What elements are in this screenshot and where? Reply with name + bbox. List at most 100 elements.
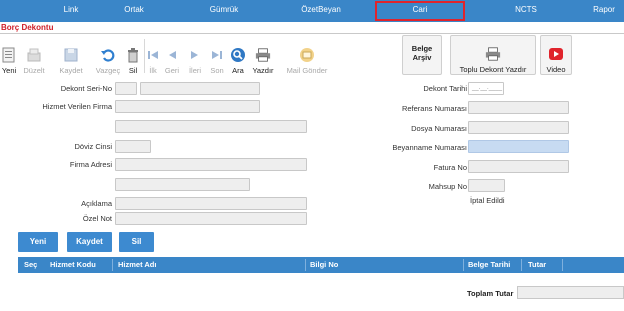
geri-button[interactable]: Geri: [161, 35, 183, 75]
column-header-sec[interactable]: Seç: [24, 257, 37, 273]
button-label-line1: Belge: [411, 44, 433, 53]
mahsup-no-input[interactable]: [468, 179, 505, 192]
yeni-action-button[interactable]: Yeni: [18, 232, 58, 252]
duzelt-button[interactable]: Düzelt: [21, 35, 47, 75]
column-divider: [463, 259, 464, 271]
nav-tab-label: Ortak: [124, 5, 144, 14]
dosya-numarasi-label: Dosya Numarası: [411, 124, 467, 133]
column-divider: [305, 259, 306, 271]
dekont-no-input[interactable]: [140, 82, 260, 95]
printer-icon: [255, 47, 271, 63]
top-nav: Link Ortak Gümrük ÖzetBeyan Cari NCTS Ra…: [0, 0, 624, 22]
nav-tab-ncts[interactable]: NCTS: [496, 0, 556, 22]
referans-numarasi-input[interactable]: [468, 101, 569, 114]
video-button[interactable]: Video: [540, 35, 572, 75]
ara-button[interactable]: Ara: [229, 35, 247, 75]
grid-header: Seç Hizmet Kodu Hizmet Adı Bilgi No Belg…: [18, 257, 624, 273]
belge-arsiv-button[interactable]: Belge Arşiv: [402, 35, 442, 75]
button-label: Düzelt: [23, 66, 45, 75]
toolbar: Yeni Düzelt Kaydet Vazgeç Sil İlk Geri İ…: [0, 35, 624, 79]
toplu-dekont-yazdir-button[interactable]: Toplu Dekont Yazdır: [450, 35, 536, 75]
button-label-line2: Arşiv: [412, 53, 432, 62]
dekont-seri-input[interactable]: [115, 82, 137, 95]
firma-adresi-label: Firma Adresi: [69, 160, 112, 169]
dosya-numarasi-input[interactable]: [468, 121, 569, 134]
fatura-no-input[interactable]: [468, 160, 569, 173]
column-divider: [562, 259, 563, 271]
column-header-hizmet-kodu[interactable]: Hizmet Kodu: [50, 257, 96, 273]
button-label: Kaydet: [59, 66, 83, 75]
referans-numarasi-label: Referans Numarası: [401, 104, 467, 113]
column-header-tutar[interactable]: Tutar: [528, 257, 546, 273]
nav-tab-ortak[interactable]: Ortak: [104, 0, 164, 22]
aciklama-input[interactable]: [115, 197, 307, 210]
button-label: İlk: [149, 66, 157, 75]
edit-icon: [26, 47, 42, 63]
nav-tab-label: Cari: [412, 5, 428, 14]
previous-record-icon: [164, 47, 180, 63]
column-header-belge-tarihi[interactable]: Belge Tarihi: [468, 257, 510, 273]
son-button[interactable]: Son: [207, 35, 227, 75]
page-title: Borç Dekontu: [1, 23, 54, 32]
toplam-tutar-label: Toplam Tutar: [467, 289, 514, 298]
hizmet-veren-firma-label: Hizmet Verilen Firma: [42, 102, 112, 111]
ozel-not-label: Özel Not: [82, 214, 112, 223]
ozel-not-input[interactable]: [115, 212, 307, 225]
printer-icon: [485, 46, 501, 62]
button-label: İleri: [188, 66, 202, 75]
sil-action-button[interactable]: Sil: [119, 232, 154, 252]
nav-tab-ozetbeyan[interactable]: ÖzetBeyan: [286, 0, 356, 22]
sil-button[interactable]: Sil: [124, 35, 142, 75]
button-label: Video: [546, 65, 566, 74]
button-label: Son: [210, 66, 224, 75]
mail-icon: [299, 47, 315, 63]
firma-adresi-line1-input[interactable]: [115, 158, 307, 171]
button-label: Yeni: [1, 66, 17, 75]
save-icon: [63, 47, 79, 63]
iptal-edildi-status: İptal Edildi: [470, 196, 505, 205]
aciklama-label: Açıklama: [81, 199, 112, 208]
nav-tab-rapor[interactable]: Rapor: [584, 0, 624, 22]
mahsup-no-label: Mahsup No: [428, 182, 467, 191]
hizmet-veren-firma-code-input[interactable]: [115, 100, 260, 113]
doviz-cinsi-input[interactable]: [115, 140, 151, 153]
ileri-button[interactable]: İleri: [184, 35, 206, 75]
column-header-hizmet-adi[interactable]: Hizmet Adı: [118, 257, 156, 273]
nav-tab-gumruk[interactable]: Gümrük: [194, 0, 254, 22]
nav-tab-label: NCTS: [515, 5, 537, 14]
button-label: Geri: [164, 66, 180, 75]
vazgec-button[interactable]: Vazgeç: [93, 35, 123, 75]
new-document-icon: [1, 47, 17, 63]
beyanname-numarasi-input[interactable]: [468, 140, 569, 153]
nav-tab-cari[interactable]: Cari: [374, 0, 466, 22]
trash-icon: [125, 47, 141, 63]
yazdir-button[interactable]: Yazdır: [250, 35, 276, 75]
video-play-icon: [548, 46, 564, 62]
nav-tab-label: Gümrük: [209, 5, 239, 14]
dekont-tarihi-label: Dekont Tarihi: [423, 84, 467, 93]
hizmet-veren-firma-name-input[interactable]: [115, 120, 307, 133]
kaydet-button[interactable]: Kaydet: [56, 35, 86, 75]
mail-gonder-button[interactable]: Mail Gönder: [282, 35, 332, 75]
button-label: Sil: [128, 66, 138, 75]
column-divider: [112, 259, 113, 271]
yeni-button[interactable]: Yeni: [0, 35, 18, 75]
ilk-button[interactable]: İlk: [146, 35, 160, 75]
column-header-bilgi-no[interactable]: Bilgi No: [310, 257, 338, 273]
beyanname-numarasi-label: Beyanname Numarası: [392, 143, 467, 152]
last-record-icon: [209, 47, 225, 63]
dekont-seri-no-label: Dekont Seri-No: [60, 84, 112, 93]
firma-adresi-line2-input[interactable]: [115, 178, 250, 191]
dekont-tarihi-input[interactable]: __.__.____: [468, 82, 504, 95]
nav-tab-label: Link: [63, 5, 79, 14]
divider: [0, 33, 624, 34]
search-icon: [230, 47, 246, 63]
button-label: Toplu Dekont Yazdır: [459, 65, 527, 74]
button-label: Vazgeç: [95, 66, 121, 75]
nav-tab-label: ÖzetBeyan: [301, 5, 341, 14]
next-record-icon: [187, 47, 203, 63]
button-label: Yazdır: [252, 66, 274, 75]
action-bar: Yeni Kaydet Sil: [0, 232, 624, 254]
first-record-icon: [145, 47, 161, 63]
kaydet-action-button[interactable]: Kaydet: [67, 232, 112, 252]
